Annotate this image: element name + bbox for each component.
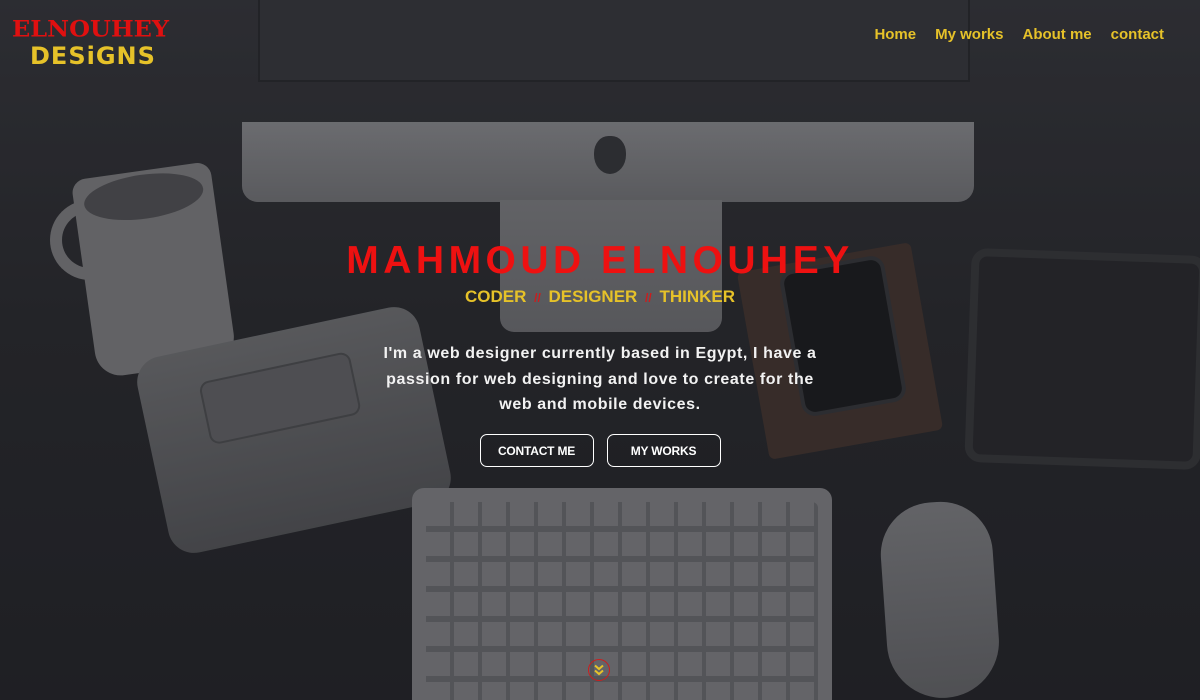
tagline-coder: CODER <box>464 287 527 306</box>
nav-home-link[interactable]: Home <box>874 26 916 43</box>
my-works-button[interactable]: MY WORKS <box>606 434 721 467</box>
nav-contact-link[interactable]: contact <box>1111 26 1164 43</box>
nav-about-me-link[interactable]: About me <box>1022 26 1091 43</box>
logo-line-1: ELNOUHEY <box>12 14 170 43</box>
hero-name: MAHMOUD ELNOUHEY <box>346 239 854 282</box>
chevron-double-down-icon <box>594 664 604 676</box>
scroll-down-button[interactable] <box>588 659 610 681</box>
site-logo[interactable]: ELNOUHEY DESiGNS <box>12 14 170 76</box>
hero-actions: CONTACT ME MY WORKS <box>0 434 1200 467</box>
logo-line-2: DESiGNS <box>30 42 156 70</box>
tagline-separator: // <box>645 291 652 305</box>
nav-my-works-link[interactable]: My works <box>935 26 1003 43</box>
main-nav: Home My works About me contact <box>874 26 1164 43</box>
tagline-thinker: THINKER <box>659 287 736 306</box>
hero-bio: I'm a web designer currently based in Eg… <box>383 345 817 413</box>
tagline-designer: DESIGNER <box>548 287 638 306</box>
hero-section: MAHMOUD ELNOUHEY CODER // DESIGNER // TH… <box>0 238 1200 418</box>
tagline-separator: // <box>534 291 541 305</box>
hero-tagline: CODER // DESIGNER // THINKER <box>0 286 1200 309</box>
contact-me-button[interactable]: CONTACT ME <box>479 434 594 467</box>
